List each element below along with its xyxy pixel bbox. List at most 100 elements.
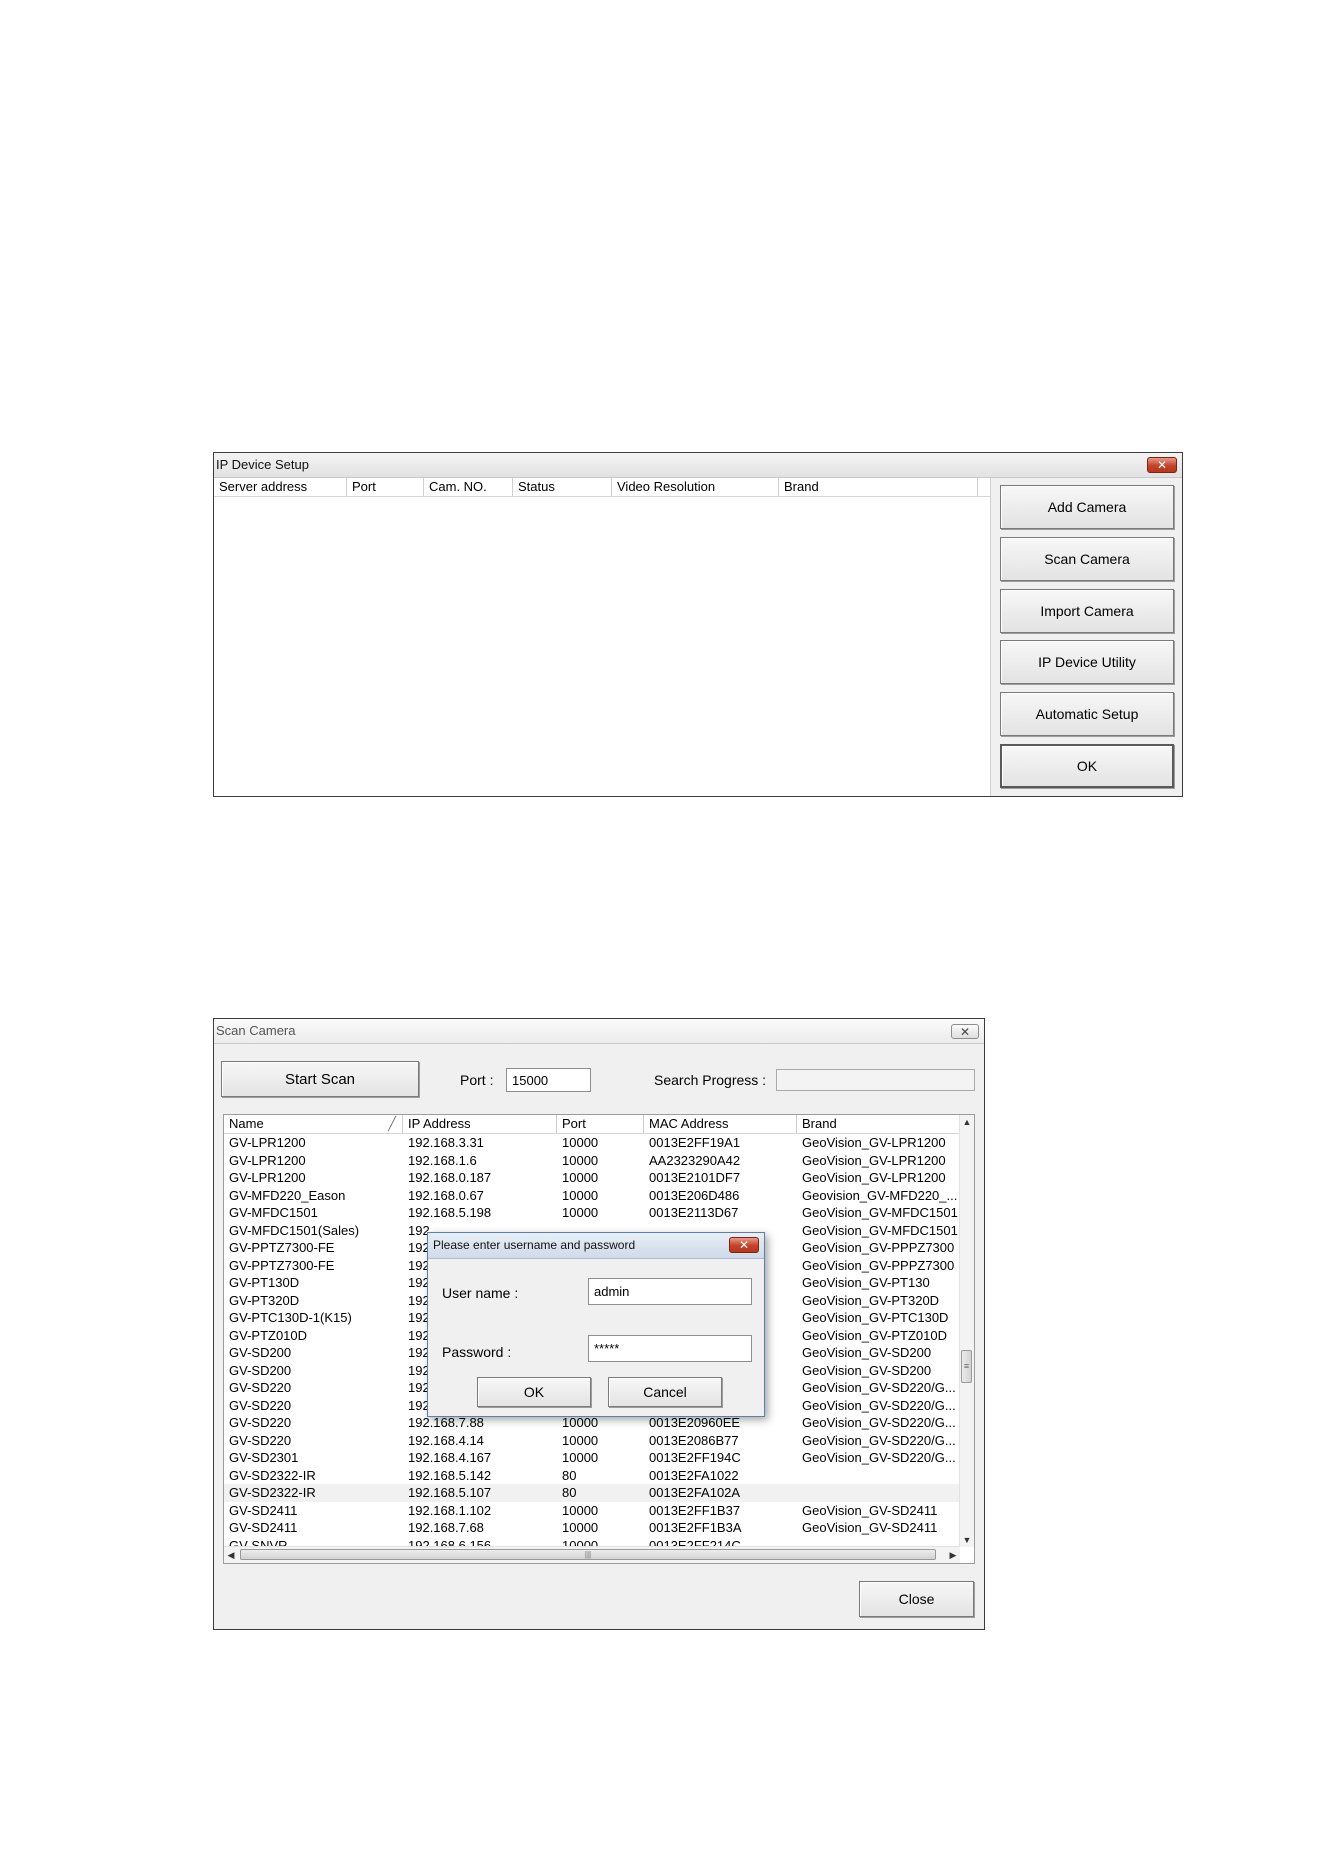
- cell-name: GV-SD2411: [229, 1502, 298, 1518]
- cell-brand: GeoVision_GV-LPR1200: [802, 1135, 946, 1150]
- cell-name: GV-LPR1200: [229, 1152, 306, 1168]
- table-row[interactable]: GV-LPR1200 192.168.3.31 10000 0013E2FF19A1 G…: [224, 1134, 960, 1152]
- table-row[interactable]: GV-SD2322-IR 192.168.5.107 80 0013E2FA102A: [224, 1484, 960, 1502]
- login-dialog-titlebar[interactable]: Please enter username and password ✕: [428, 1233, 764, 1259]
- column-header-port[interactable]: Port: [557, 1115, 644, 1133]
- close-button[interactable]: Close: [859, 1581, 974, 1617]
- cell-brand: GeoVision_GV-SD200: [802, 1345, 932, 1360]
- cell-ip-address: 192.168.1.6: [408, 1152, 477, 1168]
- port-label: Port :: [460, 1072, 494, 1088]
- cell-mac-address: 0013E2FA1022: [649, 1467, 739, 1483]
- cell-brand: GeoVision_GV-SD2411: [802, 1520, 938, 1535]
- cell-ip-address: 192.168.4.167: [408, 1450, 492, 1465]
- cell-name: GV-PTZ010D: [229, 1327, 308, 1343]
- column-header-brand[interactable]: Brand: [779, 478, 978, 496]
- cell-ip-address: 192.168.5.198: [408, 1205, 492, 1220]
- column-header-cam-no[interactable]: Cam. NO.: [424, 478, 513, 496]
- close-icon[interactable]: ✕: [951, 1024, 979, 1039]
- column-header-server-address[interactable]: Server address: [214, 478, 347, 496]
- column-header-ip-address[interactable]: IP Address: [403, 1115, 557, 1133]
- device-list-header: Name ╱ IP Address Port MAC Address Brand: [224, 1115, 960, 1134]
- horizontal-scrollbar[interactable]: ◀ ||| ▶: [224, 1546, 960, 1563]
- table-row[interactable]: GV-LPR1200 192.168.0.187 10000 0013E2101DF7…: [224, 1169, 960, 1187]
- ip-device-setup-titlebar[interactable]: IP Device Setup ✕: [214, 453, 1182, 478]
- scan-camera-titlebar[interactable]: Scan Camera ✕: [214, 1019, 984, 1044]
- cell-name: GV-LPR1200: [229, 1170, 306, 1185]
- cell-brand: GeoVision_GV-PT130: [802, 1275, 930, 1290]
- column-header-port[interactable]: Port: [347, 478, 424, 496]
- cell-port: 10000: [562, 1520, 599, 1535]
- cell-name: GV-PT130D: [229, 1275, 300, 1290]
- scroll-right-icon[interactable]: ▶: [946, 1547, 960, 1563]
- cell-mac-address: 0013E2FF1B37: [649, 1502, 741, 1518]
- cell-name: GV-SD2301: [229, 1450, 299, 1465]
- column-header-brand[interactable]: Brand: [797, 1115, 960, 1133]
- table-row[interactable]: GV-SD220 192.168.4.14 10000 0013E2086B77 Geo…: [224, 1432, 960, 1450]
- vertical-scrollbar[interactable]: ▲ ≡ ▼: [959, 1115, 974, 1547]
- login-cancel-button[interactable]: Cancel: [608, 1377, 722, 1407]
- cell-name: GV-SD220: [229, 1397, 292, 1413]
- cell-name: GV-LPR1200: [229, 1135, 306, 1150]
- cell-name: GV-MFD220_Eason: [229, 1187, 346, 1203]
- cell-mac-address: 0013E2FF194C: [649, 1450, 741, 1465]
- cell-brand: GeoVision_GV-SD220/G...: [802, 1415, 956, 1430]
- close-icon[interactable]: ✕: [729, 1237, 759, 1253]
- cell-mac-address: 0013E206D486: [649, 1187, 740, 1203]
- cell-brand: GeoVision_GV-SD220/G...: [802, 1397, 956, 1413]
- cell-ip-address: 192.168.5.142: [408, 1467, 492, 1483]
- cell-name: GV-SD2411: [229, 1520, 298, 1535]
- cell-brand: GeoVision_GV-SD200: [802, 1362, 932, 1378]
- table-row[interactable]: GV-MFDC1501 192.168.5.198 10000 0013E2113D6…: [224, 1204, 960, 1222]
- table-row[interactable]: GV-SD2322-IR 192.168.5.142 80 0013E2FA1022: [224, 1467, 960, 1485]
- cell-mac-address: 0013E2FA102A: [649, 1485, 741, 1500]
- cell-name: GV-PT320D: [229, 1292, 300, 1308]
- vertical-scroll-thumb[interactable]: ≡: [961, 1350, 972, 1383]
- ip-device-utility-button[interactable]: IP Device Utility: [1000, 640, 1174, 684]
- import-camera-button[interactable]: Import Camera: [1000, 589, 1174, 633]
- column-header-name[interactable]: Name ╱: [224, 1115, 403, 1133]
- automatic-setup-button[interactable]: Automatic Setup: [1000, 692, 1174, 736]
- login-ok-button[interactable]: OK: [477, 1377, 591, 1407]
- cell-name: GV-SD220: [229, 1415, 292, 1430]
- ip-device-list[interactable]: Server address Port Cam. NO. Status Vide…: [214, 478, 991, 796]
- cell-name: GV-PTC130D-1(K15): [229, 1310, 352, 1325]
- cell-port: 10000: [562, 1450, 599, 1465]
- cell-brand: GeoVision_GV-MFDC1501: [802, 1205, 958, 1220]
- username-input[interactable]: [588, 1278, 752, 1305]
- scroll-left-icon[interactable]: ◀: [224, 1547, 238, 1563]
- cell-name: GV-SD220: [229, 1432, 292, 1448]
- horizontal-scroll-thumb[interactable]: |||: [240, 1549, 936, 1560]
- cell-name: GV-PPTZ7300-FE: [229, 1240, 335, 1255]
- table-row[interactable]: GV-LPR1200 192.168.1.6 10000 AA2323290A42 Ge…: [224, 1152, 960, 1170]
- scroll-up-icon[interactable]: ▲: [960, 1115, 974, 1129]
- cell-port: 10000: [562, 1170, 599, 1185]
- table-row[interactable]: GV-SD2301 192.168.4.167 10000 0013E2FF194C G…: [224, 1449, 960, 1467]
- table-row[interactable]: GV-SD2411 192.168.7.68 10000 0013E2FF1B3A Ge…: [224, 1519, 960, 1537]
- cell-port: 80: [562, 1467, 577, 1483]
- window-title: IP Device Setup: [216, 457, 309, 472]
- column-header-status[interactable]: Status: [513, 478, 612, 496]
- column-header-mac-address[interactable]: MAC Address: [644, 1115, 797, 1133]
- scroll-down-icon[interactable]: ▼: [960, 1533, 974, 1547]
- username-label: User name :: [442, 1285, 519, 1301]
- cell-ip-address: 192.168.4.14: [408, 1432, 484, 1448]
- cell-brand: GeoVision_GV-SD2411: [802, 1502, 938, 1518]
- cell-mac-address: 0013E2101DF7: [649, 1170, 741, 1185]
- column-header-video-resolution[interactable]: Video Resolution: [612, 478, 779, 496]
- cell-mac-address: 0013E2113D67: [649, 1205, 739, 1220]
- cell-mac-address: AA2323290A42: [649, 1152, 741, 1168]
- cell-brand: GeoVision_GV-PPPZ7300: [802, 1240, 955, 1255]
- cell-ip-address: 192.168.3.31: [408, 1135, 484, 1150]
- password-input[interactable]: [588, 1335, 752, 1362]
- port-input[interactable]: [506, 1068, 591, 1092]
- dialog-title: Please enter username and password: [433, 1238, 636, 1252]
- cell-port: 10000: [562, 1502, 599, 1518]
- add-camera-button[interactable]: Add Camera: [1000, 485, 1174, 529]
- close-icon[interactable]: ✕: [1147, 457, 1177, 473]
- table-row[interactable]: GV-SD2411 192.168.1.102 10000 0013E2FF1B37 G…: [224, 1502, 960, 1520]
- cell-brand: GeoVision_GV-SD220/G...: [802, 1450, 956, 1465]
- table-row[interactable]: GV-MFD220_Eason 192.168.0.67 10000 0013E206…: [224, 1187, 960, 1205]
- start-scan-button[interactable]: Start Scan: [221, 1061, 419, 1097]
- ok-button[interactable]: OK: [1000, 744, 1174, 788]
- scan-camera-button[interactable]: Scan Camera: [1000, 537, 1174, 581]
